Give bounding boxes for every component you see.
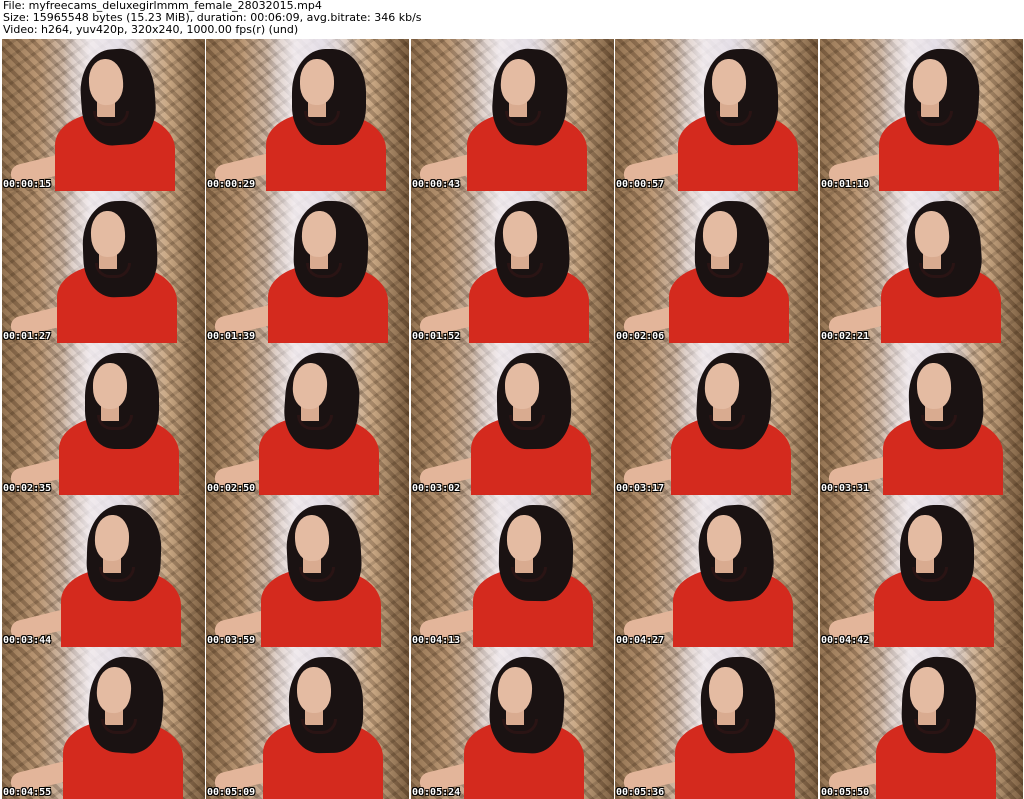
video-info-line: Video: h264, yuv420p, 320x240, 1000.00 f… — [3, 23, 299, 36]
person-face — [90, 210, 126, 258]
person-face — [296, 666, 332, 714]
thumbnail-timestamp: 00:04:42 — [821, 635, 870, 646]
video-thumbnail: 00:04:13 — [411, 495, 614, 647]
video-thumbnail: 00:01:10 — [820, 39, 1023, 191]
video-thumbnail: 00:00:29 — [206, 39, 409, 191]
person-face — [916, 362, 952, 410]
file-info-header: File: myfreecams_deluxegirlmmm_female_28… — [0, 0, 1024, 38]
person-face — [708, 666, 744, 714]
video-thumbnail: 00:02:21 — [820, 191, 1023, 343]
thumbnail-timestamp: 00:05:36 — [616, 787, 665, 798]
video-thumbnail: 00:05:09 — [206, 647, 409, 799]
thumbnail-timestamp: 00:05:09 — [207, 787, 256, 798]
thumbnail-timestamp: 00:00:57 — [616, 179, 665, 190]
thumbnail-timestamp: 00:01:27 — [3, 331, 52, 342]
thumbnail-timestamp: 00:00:15 — [3, 179, 52, 190]
video-thumbnail: 00:01:27 — [2, 191, 205, 343]
video-thumbnail: 00:04:42 — [820, 495, 1023, 647]
video-thumbnail: 00:00:43 — [411, 39, 614, 191]
thumbnail-timestamp: 00:04:55 — [3, 787, 52, 798]
person-face — [702, 210, 738, 258]
person-face — [711, 58, 747, 106]
thumbnail-timestamp: 00:01:52 — [412, 331, 461, 342]
thumbnail-timestamp: 00:03:17 — [616, 483, 665, 494]
thumbnail-timestamp: 00:02:06 — [616, 331, 665, 342]
video-thumbnail: 00:02:50 — [206, 343, 409, 495]
thumbnail-timestamp: 00:03:59 — [207, 635, 256, 646]
person-face — [909, 666, 945, 714]
thumbnail-timestamp: 00:05:50 — [821, 787, 870, 798]
video-thumbnail: 00:01:52 — [411, 191, 614, 343]
video-thumbnail: 00:05:36 — [615, 647, 818, 799]
thumbnail-timestamp: 00:01:10 — [821, 179, 870, 190]
thumbnail-timestamp: 00:05:24 — [412, 787, 461, 798]
thumbnail-timestamp: 00:03:31 — [821, 483, 870, 494]
person-face — [300, 59, 334, 105]
video-thumbnail: 00:05:50 — [820, 647, 1023, 799]
video-thumbnail: 00:03:31 — [820, 343, 1023, 495]
thumbnail-timestamp: 00:03:44 — [3, 635, 52, 646]
person-face — [301, 210, 337, 258]
person-face — [506, 514, 542, 562]
thumbnail-timestamp: 00:03:02 — [412, 483, 461, 494]
video-thumbnail: 00:00:57 — [615, 39, 818, 191]
person-face — [504, 362, 540, 410]
person-face — [93, 363, 127, 409]
video-thumbnail: 00:03:17 — [615, 343, 818, 495]
thumbnail-timestamp: 00:04:27 — [616, 635, 665, 646]
video-thumbnail: 00:02:35 — [2, 343, 205, 495]
thumbnail-timestamp: 00:00:29 — [207, 179, 256, 190]
video-thumbnail: 00:01:39 — [206, 191, 409, 343]
video-thumbnail: 00:02:06 — [615, 191, 818, 343]
thumbnail-timestamp: 00:02:21 — [821, 331, 870, 342]
video-thumbnail: 00:04:55 — [2, 647, 205, 799]
video-thumbnail: 00:03:59 — [206, 495, 409, 647]
thumbnail-timestamp: 00:00:43 — [412, 179, 461, 190]
thumbnail-timestamp: 00:04:13 — [412, 635, 461, 646]
video-thumbnail: 00:04:27 — [615, 495, 818, 647]
person-face — [94, 514, 130, 562]
person-face — [908, 515, 942, 561]
video-thumbnail: 00:05:24 — [411, 647, 614, 799]
thumbnail-timestamp: 00:01:39 — [207, 331, 256, 342]
video-thumbnail: 00:00:15 — [2, 39, 205, 191]
thumbnail-timestamp: 00:02:50 — [207, 483, 256, 494]
thumbnail-timestamp: 00:02:35 — [3, 483, 52, 494]
video-thumbnail: 00:03:44 — [2, 495, 205, 647]
video-thumbnail: 00:03:02 — [411, 343, 614, 495]
